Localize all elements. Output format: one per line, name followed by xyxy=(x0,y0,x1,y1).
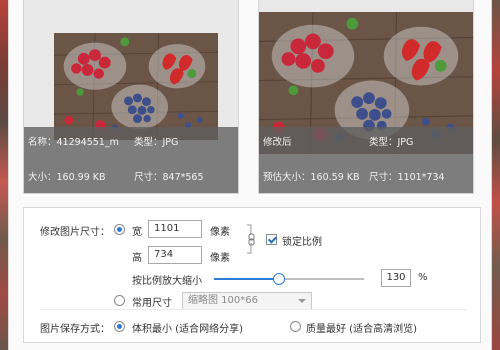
width-label: 宽 xyxy=(132,227,142,238)
save-mode-quality-radio[interactable] xyxy=(290,321,301,332)
modified-preview-panel: 修改后 类型：JPG 预估大小：160.59 KB 尺寸：1101*734 xyxy=(258,0,474,194)
image-resize-dialog: 名称：41294551_m 类型：JPG 大小：160.99 KB 尺寸：847… xyxy=(8,0,492,350)
width-input[interactable]: 1101 xyxy=(148,220,202,238)
height-label: 高 xyxy=(132,253,142,264)
chevron-down-icon xyxy=(298,299,306,303)
original-dims: 尺寸：847*565 xyxy=(134,172,204,183)
common-size-radio[interactable] xyxy=(114,295,125,306)
save-mode-small-label: 体积最小 (适合网络分享) xyxy=(132,324,243,335)
resize-section-label: 修改图片尺寸： xyxy=(40,227,110,238)
common-size-select[interactable]: 缩略图 100*66 xyxy=(182,292,312,310)
height-input[interactable]: 734 xyxy=(148,246,202,264)
width-unit: 像素 xyxy=(210,227,230,238)
height-unit: 像素 xyxy=(210,253,230,264)
divider xyxy=(40,309,466,310)
save-mode-label: 图片保存方式： xyxy=(40,324,110,335)
original-info-overlay: 名称：41294551_m 类型：JPG 大小：160.99 KB 尺寸：847… xyxy=(24,127,238,193)
modified-size: 预估大小：160.59 KB xyxy=(263,172,360,183)
lock-ratio-label: 锁定比例 xyxy=(282,237,322,248)
save-mode-small-radio[interactable] xyxy=(114,321,125,332)
original-size: 大小：160.99 KB xyxy=(28,172,106,183)
original-name: 名称：41294551_m xyxy=(28,137,119,148)
chain-link-icon xyxy=(247,224,255,254)
modified-info-overlay: 修改后 类型：JPG 预估大小：160.59 KB 尺寸：1101*734 xyxy=(259,127,473,193)
modified-type: 类型：JPG xyxy=(369,137,414,148)
scale-slider-fill xyxy=(214,278,279,280)
lock-ratio-checkbox[interactable] xyxy=(266,234,277,245)
scale-slider-thumb[interactable] xyxy=(272,273,285,285)
original-type: 类型：JPG xyxy=(134,137,179,148)
modified-title: 修改后 xyxy=(263,137,292,148)
common-size-value: 缩略图 100*66 xyxy=(188,295,258,306)
common-size-label: 常用尺寸 xyxy=(132,298,172,309)
scale-input[interactable]: 130 xyxy=(381,269,411,287)
save-mode-quality-label: 质量最好 (适合高清浏览) xyxy=(306,324,417,335)
original-preview-panel: 名称：41294551_m 类型：JPG 大小：160.99 KB 尺寸：847… xyxy=(23,0,239,194)
scale-label: 按比例放大缩小 xyxy=(132,276,202,287)
original-image xyxy=(54,33,218,140)
scale-unit: % xyxy=(418,272,428,283)
settings-group: 修改图片尺寸： 宽 1101 像素 高 734 像素 锁定比例 按比例放大缩小 … xyxy=(23,207,481,343)
background-photo-edge-right xyxy=(492,0,500,350)
background-photo-edge-left xyxy=(0,0,8,350)
resize-custom-radio[interactable] xyxy=(114,224,125,235)
modified-dims: 尺寸：1101*734 xyxy=(369,172,445,183)
